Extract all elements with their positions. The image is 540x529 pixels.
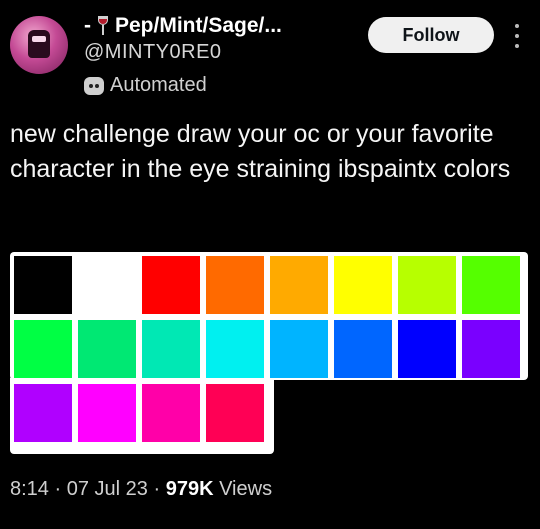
automated-label: Automated xyxy=(84,74,207,97)
tweet-text: new challenge draw your oc or your favor… xyxy=(10,120,511,183)
color-swatch xyxy=(78,384,136,442)
color-swatch xyxy=(14,320,72,378)
bot-icon xyxy=(84,76,104,95)
automated-text: Automated xyxy=(110,74,207,96)
color-swatch xyxy=(142,320,200,378)
color-swatch xyxy=(14,256,72,314)
more-options-icon[interactable] xyxy=(512,24,522,48)
color-swatch xyxy=(398,256,456,314)
author-header: - Pep/Mint/Sage/... @MINTY0RE0 xyxy=(84,14,282,64)
color-swatch xyxy=(142,256,200,314)
separator: · xyxy=(153,478,161,500)
color-swatch xyxy=(206,256,264,314)
color-swatch xyxy=(398,320,456,378)
avatar-figure xyxy=(28,30,50,58)
tweet-meta: 8:14 · 07 Jul 23 · 979K Views xyxy=(10,478,272,501)
separator: · xyxy=(54,478,62,500)
views-count: 979K xyxy=(165,478,214,500)
color-swatch xyxy=(78,320,136,378)
color-swatch xyxy=(462,320,520,378)
name-prefix: - xyxy=(84,14,91,37)
follow-button[interactable]: Follow xyxy=(368,17,494,53)
color-swatch xyxy=(142,384,200,442)
palette-image xyxy=(10,252,528,454)
color-swatch xyxy=(14,384,72,442)
color-swatch xyxy=(334,256,392,314)
display-name-row[interactable]: - Pep/Mint/Sage/... xyxy=(84,14,282,38)
wine-glass-icon xyxy=(97,16,109,36)
color-swatch xyxy=(206,320,264,378)
avatar[interactable] xyxy=(10,16,68,74)
color-swatch xyxy=(270,320,328,378)
color-swatch xyxy=(462,256,520,314)
tweet-date[interactable]: 07 Jul 23 xyxy=(67,478,148,500)
user-handle[interactable]: @MINTY0RE0 xyxy=(84,41,282,64)
tweet-time[interactable]: 8:14 xyxy=(10,478,49,500)
color-swatch xyxy=(78,256,136,314)
display-name[interactable]: Pep/Mint/Sage/... xyxy=(115,14,282,38)
color-swatch xyxy=(206,384,264,442)
color-swatch xyxy=(334,320,392,378)
views-label: Views xyxy=(219,478,273,500)
color-swatch xyxy=(270,256,328,314)
